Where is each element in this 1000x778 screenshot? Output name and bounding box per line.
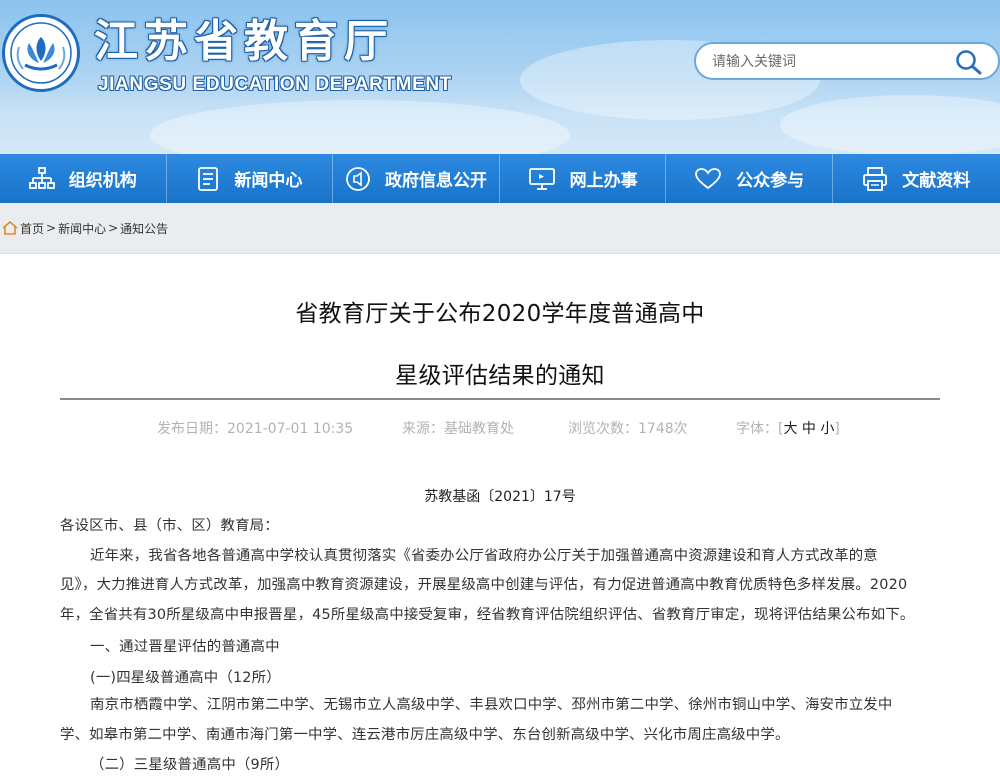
article-container: 省教育厅关于公布2020学年度普通高中 星级评估结果的通知 发布日期：2021-… <box>0 253 1000 778</box>
title-divider <box>60 398 940 400</box>
cloud-decoration <box>150 100 570 154</box>
paragraph-line: 见》，大力推进育人方式改革，加强高中教育资源建设，开展星级高中创建与评估，有力促… <box>60 577 908 593</box>
org-chart-icon <box>28 166 55 189</box>
nav-label: 新闻中心 <box>234 171 303 191</box>
salutation: 各设区市、县（市、区）教育局： <box>60 518 279 534</box>
breadcrumb-news[interactable]: 新闻中心 <box>58 220 106 237</box>
font-size-bracket: ] <box>834 421 840 437</box>
breadcrumb: 首页 > 新闻中心 > 通知公告 <box>0 203 1000 253</box>
speaker-icon <box>346 166 370 191</box>
breadcrumb-separator: > <box>46 221 57 235</box>
site-title: 江苏省教育厅 <box>94 16 394 67</box>
nav-label: 文献资料 <box>902 171 971 191</box>
document-number: 苏教基函〔2021〕17号 <box>424 489 576 505</box>
article-meta: 发布日期：2021-07-01 10:35 来源：基础教育处 浏览次数：1748… <box>0 418 1000 438</box>
nav-item-news[interactable]: 新闻中心 <box>167 154 334 203</box>
site-header: 江苏省教育厅 JIANGSU EDUCATION DEPARTMENT <box>0 0 1000 154</box>
article-title-line1: 省教育厅关于公布2020学年度普通高中 <box>295 301 705 327</box>
publish-date: 发布日期：2021-07-01 10:35 <box>157 421 354 437</box>
paragraph-line: 年，全省共有30所星级高中申报晋星，45所星级高中接受复审，经省教育评估院组织评… <box>60 607 915 623</box>
nav-item-organization[interactable]: 组织机构 <box>0 154 167 203</box>
nav-item-online-service[interactable]: 网上办事 <box>500 154 667 203</box>
breadcrumb-home[interactable]: 首页 <box>20 220 44 237</box>
monitor-icon <box>528 167 555 190</box>
main-nav: 组织机构 新闻中心 政府信息公开 网上办事 公众参与 文献资料 <box>0 154 1000 203</box>
site-subtitle: JIANGSU EDUCATION DEPARTMENT <box>98 74 452 95</box>
nav-label: 组织机构 <box>68 171 137 191</box>
nav-item-gov-info[interactable]: 政府信息公开 <box>333 154 500 203</box>
font-size-medium[interactable]: 中 <box>802 421 816 437</box>
font-size-control: 字体：[大 中 小] <box>736 418 840 438</box>
cloud-decoration <box>780 95 1000 154</box>
search-box <box>694 42 1000 80</box>
printer-icon <box>863 166 888 191</box>
nav-label: 公众参与 <box>736 171 805 191</box>
article-source: 来源：基础教育处 <box>402 421 514 437</box>
font-size-small[interactable]: 小 <box>820 421 834 437</box>
nav-item-documents[interactable]: 文献资料 <box>833 154 1000 203</box>
nav-label: 网上办事 <box>569 171 638 191</box>
paragraph-line: 学、如皋市第二中学、南通市海门第一中学、连云港市厉庄高级中学、东台创新高级中学、… <box>60 727 790 743</box>
heart-icon <box>695 167 722 189</box>
search-button[interactable] <box>954 48 984 76</box>
search-icon <box>956 50 982 75</box>
search-input[interactable] <box>712 51 942 73</box>
home-icon <box>2 221 18 235</box>
article-title-line2: 星级评估结果的通知 <box>395 363 605 389</box>
emblem-icon <box>10 22 72 84</box>
nav-item-public-participation[interactable]: 公众参与 <box>666 154 833 203</box>
subsection-heading: （二）三星级普通高中（9所） <box>90 757 290 773</box>
section-heading: 一、通过晋星评估的普通高中 <box>90 639 280 655</box>
font-size-label: 字体：[ <box>736 421 784 437</box>
department-logo[interactable] <box>2 14 80 92</box>
nav-label: 政府信息公开 <box>384 171 487 191</box>
breadcrumb-current[interactable]: 通知公告 <box>120 220 168 237</box>
view-count: 浏览次数：1748次 <box>568 421 688 437</box>
document-icon <box>198 166 219 191</box>
breadcrumb-separator: > <box>108 221 119 235</box>
paragraph-line: 南京市栖霞中学、江阴市第二中学、无锡市立人高级中学、丰县欢口中学、邳州市第二中学… <box>90 697 893 713</box>
font-size-large[interactable]: 大 <box>783 421 797 437</box>
